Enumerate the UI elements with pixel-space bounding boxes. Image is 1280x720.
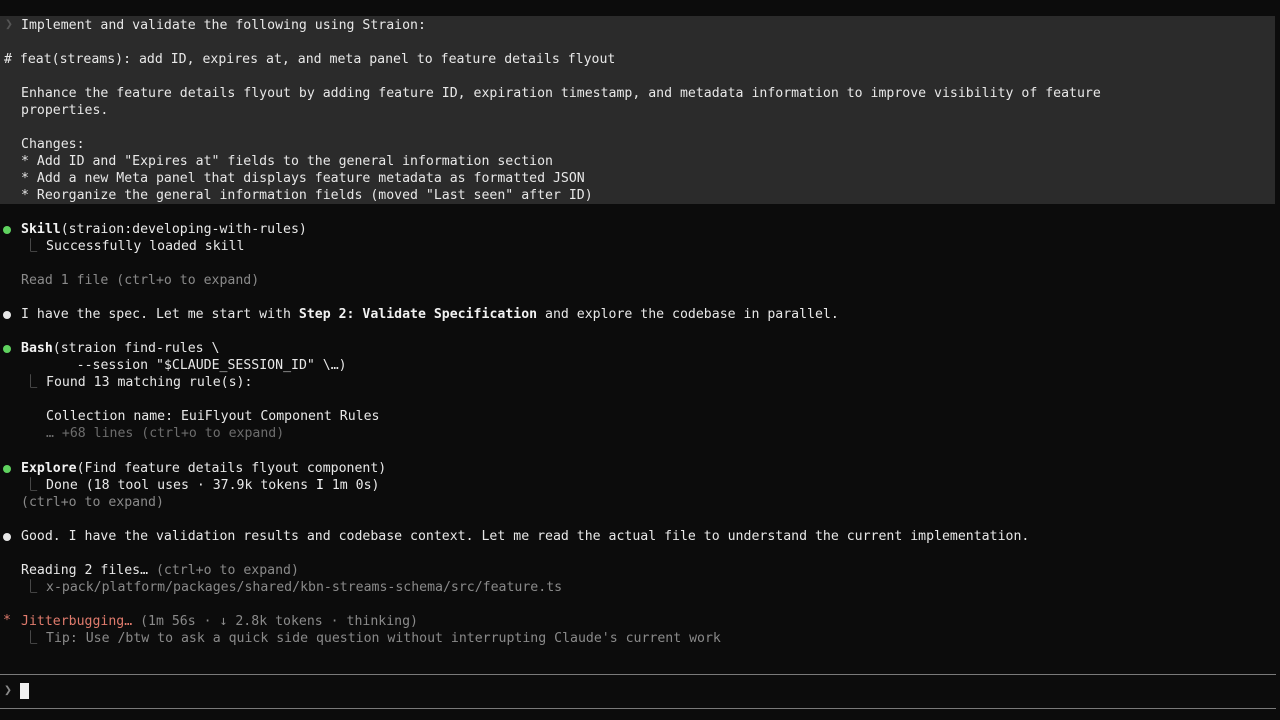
tool-name: Skill [21, 222, 61, 237]
text-cursor [20, 683, 29, 699]
branch-icon: ⎿ [24, 375, 38, 390]
prompt-line: Enhance the feature details flyout by ad… [21, 86, 1101, 101]
tool-name: Explore [21, 461, 77, 476]
message-text: and explore the codebase in parallel. [537, 307, 839, 322]
tool-result-text: Successfully loaded skill [46, 239, 245, 254]
input-bottom-border [0, 708, 1276, 709]
success-dot-icon [3, 345, 11, 353]
tool-result-text: 1m 0s) [331, 478, 380, 493]
success-dot-icon [3, 465, 11, 473]
message-bold: Step 2: Validate Specification [298, 307, 538, 322]
spinner-star-icon: * [3, 613, 11, 628]
tip: ⎿ Tip: Use /btw to ask a quick side quest… [24, 630, 721, 647]
assistant-message: I have the spec. Let me start with Step … [21, 306, 839, 323]
tool-result: ⎿ Successfully loaded skill [24, 238, 245, 255]
input-caret-icon: ❯ [4, 683, 12, 698]
branch-icon: ⎿ [24, 239, 38, 254]
tool-result-text: Collection name: EuiFlyout Component Rul… [46, 409, 380, 424]
prompt-line: Changes: [21, 137, 85, 152]
prompt-line: properties. [21, 103, 109, 118]
message-text: I have the spec. Let me start with [21, 307, 299, 322]
file-path: x-pack/platform/packages/shared/kbn-stre… [46, 580, 563, 595]
message-dot-icon [3, 533, 11, 541]
prompt-line: Implement and validate the following usi… [21, 18, 426, 33]
message-dot-icon [3, 311, 11, 319]
read-summary[interactable]: Read 1 file (ctrl+o to expand) [21, 272, 259, 289]
expand-more-lines[interactable]: … +68 lines (ctrl+o to expand) [46, 425, 284, 442]
tool-args: --session "$CLAUDE_SESSION_ID" \…) [29, 358, 347, 373]
branch-icon: ⎿ [24, 580, 38, 595]
prompt-line: # feat(streams): add ID, expires at, and… [4, 52, 616, 67]
tool-result: ⎿ Found 13 matching rule(s): [24, 374, 253, 391]
tool-result-text: Found 13 matching rule(s): [46, 375, 253, 390]
prompt-caret-icon: ❯ [5, 17, 13, 32]
status-word: Jitterbugging… [21, 614, 133, 629]
tool-args: (straion:developing-with-rules) [60, 222, 307, 237]
branch-icon: ⎿ [24, 478, 38, 493]
input-top-border [0, 674, 1276, 675]
thinking-status: Jitterbugging… (1m 56s · ↓ 2.8k tokens ·… [21, 613, 418, 630]
reading-status[interactable]: Reading 2 files… (ctrl+o to expand) [21, 562, 299, 579]
tool-call-bash: Bash(straion find-rules \ [21, 340, 220, 357]
tool-call-explore: Explore(Find feature details flyout comp… [21, 460, 386, 477]
tool-call-skill: Skill(straion:developing-with-rules) [21, 221, 307, 238]
prompt-line: * Add ID and "Expires at" fields to the … [21, 154, 553, 169]
tool-args-continued: --session "$CLAUDE_SESSION_ID" \…) [21, 357, 347, 374]
success-dot-icon [3, 226, 11, 234]
tool-args: (straion find-rules \ [52, 341, 220, 356]
expand-hint[interactable]: (ctrl+o to expand) [21, 494, 164, 511]
reading-label: Reading 2 files… [21, 563, 156, 578]
branch-icon: ⎿ [24, 631, 38, 646]
prompt-line: * Reorganize the general information fie… [21, 188, 593, 203]
tool-result-text: Done (18 tool uses · 37.9k tokens [46, 478, 316, 493]
expand-hint: (ctrl+o to expand) [155, 563, 299, 578]
reading-file: ⎿ x-pack/platform/packages/shared/kbn-str… [24, 579, 563, 596]
prompt-line: * Add a new Meta panel that displays fea… [21, 171, 585, 186]
text-cursor-icon: I [315, 478, 324, 493]
tool-args: (Find feature details flyout component) [76, 461, 387, 476]
tip-text: Tip: Use /btw to ask a quick side questi… [46, 631, 721, 646]
status-meta: (1m 56s · ↓ 2.8k tokens · thinking) [132, 614, 418, 629]
tool-name: Bash [21, 341, 53, 356]
assistant-message: Good. I have the validation results and … [21, 529, 1030, 544]
tool-result: ⎿ Done (18 tool uses · 37.9k tokens I 1m … [24, 477, 380, 494]
